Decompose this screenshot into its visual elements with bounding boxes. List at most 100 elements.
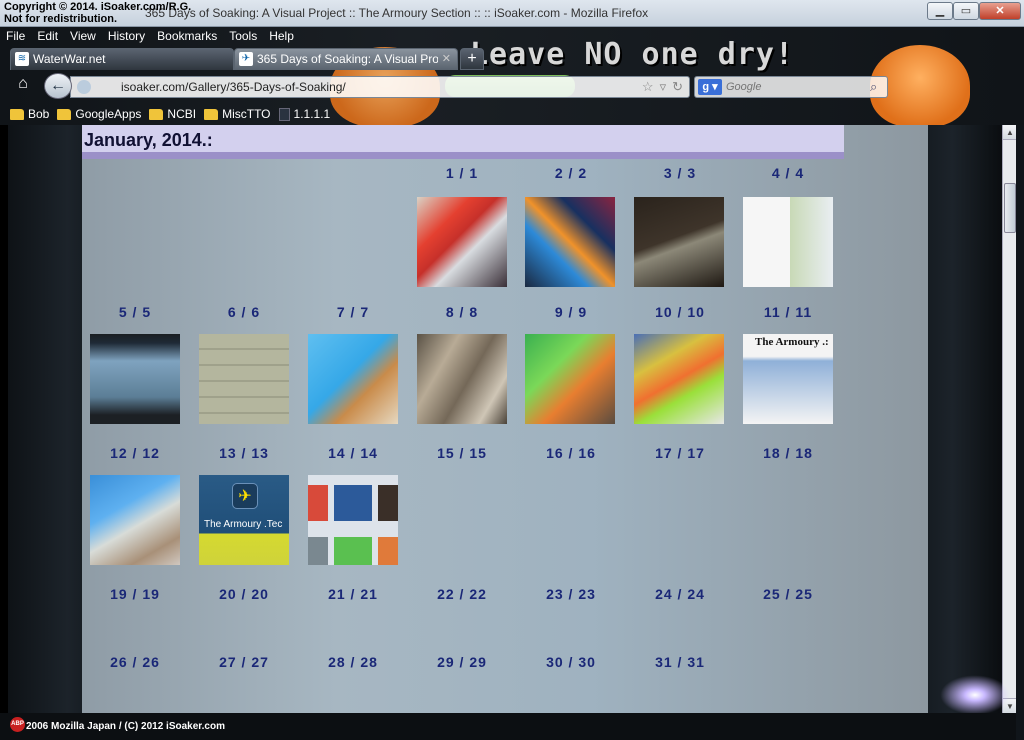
thumbnail-day-9[interactable]	[525, 334, 615, 424]
menu-tools[interactable]: Tools	[223, 27, 263, 45]
bookmark-folder-ncbi[interactable]: NCBI	[149, 104, 196, 124]
url-text[interactable]: isoaker.com/Gallery/365-Days-of-Soaking/	[121, 80, 346, 94]
day-label-21: 21 / 21	[328, 586, 378, 602]
folder-icon	[10, 108, 24, 120]
day-label-25: 25 / 25	[763, 586, 813, 602]
bookmark-folder-misctto[interactable]: MiscTTO	[204, 104, 271, 124]
day-label-23: 23 / 23	[546, 586, 596, 602]
bookmark-star-icon[interactable]: ☆	[642, 79, 654, 95]
armoury-water-gun-icon: ✈	[232, 483, 258, 509]
day-label-27: 27 / 27	[219, 654, 269, 670]
status-bar: ABP 2006 Mozilla Japan / (C) 2012 iSoake…	[0, 713, 1016, 740]
status-text: 2006 Mozilla Japan / (C) 2012 iSoaker.co…	[26, 721, 225, 732]
day-label-11: 11 / 11	[763, 304, 813, 320]
thumbnail-day-11[interactable]: The Armoury .:	[743, 334, 833, 424]
menu-bookmarks[interactable]: Bookmarks	[151, 27, 223, 45]
thumbnail-day-3[interactable]	[634, 197, 724, 287]
bookmark-label: NCBI	[167, 107, 197, 121]
tab-bar: ≋ WaterWar.net ✈ 365 Days of Soaking: A …	[10, 48, 484, 70]
thumbnail-page-title: The Armoury .:	[755, 336, 829, 348]
thumbnail-day-2[interactable]	[525, 197, 615, 287]
day-label-28: 28 / 28	[328, 654, 378, 670]
site-identity-icon[interactable]	[77, 80, 91, 94]
copyright-overlay: Copyright © 2014. iSoaker.com/R.G. Not f…	[4, 1, 191, 25]
bookmarks-toolbar: Bob GoogleApps NCBI MiscTTO 1.1.1.1	[10, 104, 330, 124]
menubar: File Edit View History Bookmarks Tools H…	[0, 27, 330, 45]
thumbnail-day-5[interactable]	[90, 334, 180, 424]
mini-thumbnail	[334, 485, 372, 521]
page-title: January, 2014.:	[84, 130, 213, 150]
day-label-1: 1 / 1	[445, 165, 479, 181]
tab-close-icon[interactable]: ✕	[442, 52, 451, 65]
thumbnail-day-14[interactable]	[308, 475, 398, 565]
thumbnail-day-1[interactable]	[417, 197, 507, 287]
bookmark-1-1-1-1[interactable]: 1.1.1.1	[278, 104, 331, 124]
menu-history[interactable]: History	[102, 27, 151, 45]
close-window-button[interactable]: ✕	[979, 2, 1021, 20]
thumbnail-day-8[interactable]	[417, 334, 507, 424]
new-tab-button[interactable]: +	[460, 48, 484, 70]
thumbnail-day-12[interactable]	[90, 475, 180, 565]
month-header: January, 2014.:	[82, 125, 844, 159]
window-right-frame	[1016, 125, 1024, 740]
thumbnail-day-10[interactable]	[634, 334, 724, 424]
mini-thumbnail	[308, 485, 328, 521]
day-label-19: 19 / 19	[110, 586, 160, 602]
menu-edit[interactable]: Edit	[31, 27, 64, 45]
scroll-up-arrow-icon[interactable]: ▲	[1003, 125, 1017, 140]
mini-thumbnail	[334, 537, 372, 565]
search-magnifier-icon[interactable]: ⌕	[870, 79, 877, 95]
minimize-button[interactable]: ▁	[927, 2, 953, 20]
dropdown-icon[interactable]: ▿	[660, 79, 667, 95]
bookmark-folder-googleapps[interactable]: GoogleApps	[57, 104, 141, 124]
adblock-plus-icon[interactable]: ABP	[10, 717, 25, 732]
day-label-6: 6 / 6	[227, 304, 261, 320]
vertical-scrollbar[interactable]: ▲ ▼	[1002, 125, 1017, 713]
menu-file[interactable]: File	[0, 27, 31, 45]
url-bar[interactable]: isoaker.com/Gallery/365-Days-of-Soaking/…	[70, 76, 690, 98]
isoaker-favicon-icon: ✈	[239, 52, 253, 66]
thumbnail-day-6[interactable]	[199, 334, 289, 424]
menu-view[interactable]: View	[64, 27, 102, 45]
thumbnail-day-13[interactable]: ✈ The Armoury .Tec	[199, 475, 289, 565]
back-button[interactable]: ←	[44, 73, 72, 99]
tab-label: 365 Days of Soaking: A Visual Project ..…	[257, 52, 438, 66]
day-label-29: 29 / 29	[437, 654, 487, 670]
thumbnail-day-7[interactable]	[308, 334, 398, 424]
window-titlebar: Copyright © 2014. iSoaker.com/R.G. Not f…	[0, 0, 1024, 27]
day-label-17: 17 / 17	[655, 445, 705, 461]
home-icon[interactable]: ⌂	[10, 75, 36, 97]
day-label-12: 12 / 12	[110, 445, 160, 461]
day-label-22: 22 / 22	[437, 586, 487, 602]
maximize-button[interactable]: ▭	[953, 2, 979, 20]
thumbnail-tile-text: The Armoury .Tec	[204, 519, 283, 530]
redistribution-text: Not for redistribution.	[4, 13, 118, 25]
tab-label: WaterWar.net	[33, 52, 106, 66]
tab-365-days-of-soaking[interactable]: ✈ 365 Days of Soaking: A Visual Project …	[234, 48, 458, 70]
day-label-14: 14 / 14	[328, 445, 378, 461]
day-label-5: 5 / 5	[118, 304, 152, 320]
tab-waterwar[interactable]: ≋ WaterWar.net	[10, 48, 234, 70]
day-label-4: 4 / 4	[771, 165, 805, 181]
search-input[interactable]	[726, 81, 866, 93]
reload-icon[interactable]: ↻	[672, 79, 683, 95]
day-label-2: 2 / 2	[554, 165, 588, 181]
bookmark-folder-bob[interactable]: Bob	[10, 104, 49, 124]
google-engine-icon[interactable]: g ▾	[698, 79, 722, 95]
day-label-10: 10 / 10	[655, 304, 705, 320]
day-label-18: 18 / 18	[763, 445, 813, 461]
menu-help[interactable]: Help	[263, 27, 300, 45]
day-label-30: 30 / 30	[546, 654, 596, 670]
scroll-thumb[interactable]	[1004, 183, 1016, 233]
navigation-bar: ⌂ isoaker.com/Gallery/365-Days-of-Soakin…	[0, 71, 1024, 101]
search-bar[interactable]: g ▾ ⌕	[694, 76, 888, 98]
mini-thumbnail	[308, 537, 328, 565]
window-title: 365 Days of Soaking: A Visual Project ::…	[145, 6, 649, 20]
mini-thumbnail	[378, 537, 398, 565]
day-label-26: 26 / 26	[110, 654, 160, 670]
page-viewport: January, 2014.: 1 / 1 2 / 2 3 / 3 4 / 4 …	[8, 125, 1002, 713]
bookmark-label: 1.1.1.1	[293, 107, 331, 121]
thumbnail-day-4[interactable]	[743, 197, 833, 287]
day-label-3: 3 / 3	[663, 165, 697, 181]
day-label-8: 8 / 8	[445, 304, 479, 320]
